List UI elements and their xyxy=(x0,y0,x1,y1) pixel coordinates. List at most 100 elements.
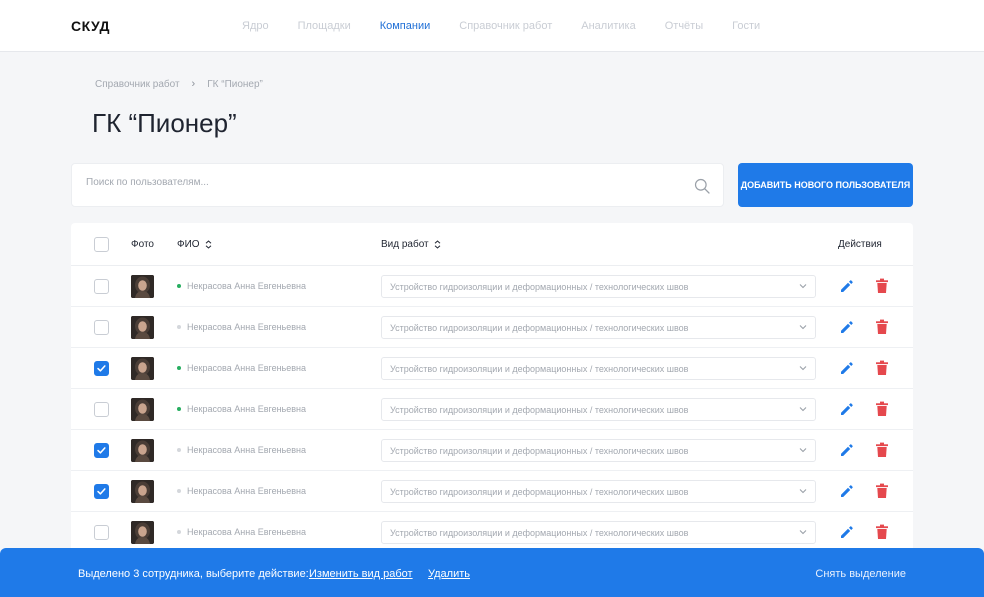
breadcrumb: Справочник работ › ГК “Пионер” xyxy=(95,78,263,90)
search-icon[interactable] xyxy=(694,178,710,194)
add-user-button[interactable]: Добавить нового пользователя xyxy=(738,163,913,207)
pencil-icon[interactable] xyxy=(839,320,854,335)
employee-name: Некрасова Анна Евгеньевна xyxy=(177,404,306,414)
column-header-work-type-label: Вид работ xyxy=(381,239,429,250)
trash-icon[interactable] xyxy=(875,278,889,294)
pencil-icon[interactable] xyxy=(839,443,854,458)
chevron-down-icon xyxy=(799,284,807,289)
column-header-fio[interactable]: ФИО xyxy=(177,239,212,250)
trash-icon[interactable] xyxy=(875,319,889,335)
nav-item[interactable]: Площадки xyxy=(298,20,351,32)
trash-icon[interactable] xyxy=(875,442,889,458)
table-header: Фото ФИО Вид работ Действия xyxy=(71,223,913,266)
avatar xyxy=(131,275,154,298)
work-type-select[interactable]: Устройство гидроизоляции и деформационны… xyxy=(381,275,816,298)
nav-item[interactable]: Отчёты xyxy=(665,20,703,32)
status-dot xyxy=(177,366,181,370)
employee-name: Некрасова Анна Евгеньевна xyxy=(177,445,306,455)
row-checkbox[interactable] xyxy=(94,443,109,458)
table-row: Некрасова Анна Евгеньевна Устройство гидр… xyxy=(71,348,913,389)
nav-item[interactable]: Компании xyxy=(380,20,431,32)
avatar xyxy=(131,398,154,421)
employee-name: Некрасова Анна Евгеньевна xyxy=(177,281,306,291)
employee-name: Некрасова Анна Евгеньевна xyxy=(177,322,306,332)
column-header-work-type[interactable]: Вид работ xyxy=(381,239,441,250)
nav-item[interactable]: Ядро xyxy=(242,20,269,32)
table-row: Некрасова Анна Евгеньевна Устройство гидр… xyxy=(71,512,913,553)
status-dot xyxy=(177,448,181,452)
status-dot xyxy=(177,325,181,329)
work-type-value: Устройство гидроизоляции и деформационны… xyxy=(390,487,689,497)
table-row: Некрасова Анна Евгеньевна Устройство гидр… xyxy=(71,307,913,348)
app-logo: СКУД xyxy=(71,18,110,34)
status-dot xyxy=(177,407,181,411)
status-dot xyxy=(177,489,181,493)
row-checkbox[interactable] xyxy=(94,484,109,499)
trash-icon[interactable] xyxy=(875,401,889,417)
work-type-select[interactable]: Устройство гидроизоляции и деформационны… xyxy=(381,521,816,544)
avatar xyxy=(131,480,154,503)
pencil-icon[interactable] xyxy=(839,484,854,499)
avatar xyxy=(131,316,154,339)
work-type-value: Устройство гидроизоляции и деформационны… xyxy=(390,323,689,333)
delete-selected-link[interactable]: Удалить xyxy=(428,568,470,580)
table-body: Некрасова Анна Евгеньевна Устройство гидр… xyxy=(71,266,913,553)
employee-name: Некрасова Анна Евгеньевна xyxy=(177,527,306,537)
nav-item[interactable]: Аналитика xyxy=(581,20,635,32)
trash-icon[interactable] xyxy=(875,360,889,376)
breadcrumb-separator: › xyxy=(191,78,196,90)
pencil-icon[interactable] xyxy=(839,361,854,376)
sort-icon[interactable] xyxy=(434,240,441,249)
pencil-icon[interactable] xyxy=(839,279,854,294)
work-type-select[interactable]: Устройство гидроизоляции и деформационны… xyxy=(381,357,816,380)
work-type-select[interactable]: Устройство гидроизоляции и деформационны… xyxy=(381,480,816,503)
work-type-value: Устройство гидроизоляции и деформационны… xyxy=(390,446,689,456)
chevron-down-icon xyxy=(799,325,807,330)
table-row: Некрасова Анна Евгеньевна Устройство гидр… xyxy=(71,430,913,471)
work-type-value: Устройство гидроизоляции и деформационны… xyxy=(390,364,689,374)
row-checkbox[interactable] xyxy=(94,279,109,294)
chevron-down-icon xyxy=(799,407,807,412)
clear-selection-button[interactable]: Снять выделение xyxy=(815,568,906,580)
employee-name-text: Некрасова Анна Евгеньевна xyxy=(187,486,306,496)
employee-name-text: Некрасова Анна Евгеньевна xyxy=(187,363,306,373)
chevron-down-icon xyxy=(799,366,807,371)
row-checkbox[interactable] xyxy=(94,320,109,335)
search-input[interactable] xyxy=(86,177,666,188)
employee-name-text: Некрасова Анна Евгеньевна xyxy=(187,322,306,332)
row-checkbox[interactable] xyxy=(94,361,109,376)
chevron-down-icon xyxy=(799,530,807,535)
table-row: Некрасова Анна Евгеньевна Устройство гидр… xyxy=(71,471,913,512)
nav-item[interactable]: Гости xyxy=(732,20,760,32)
selection-message: Выделено 3 сотрудника, выберите действие… xyxy=(78,568,309,580)
table-row: Некрасова Анна Евгеньевна Устройство гидр… xyxy=(71,266,913,307)
selection-action-bar: Выделено 3 сотрудника, выберите действие… xyxy=(0,548,984,597)
column-header-photo: Фото xyxy=(131,239,154,250)
employee-name: Некрасова Анна Евгеньевна xyxy=(177,363,306,373)
change-work-type-link[interactable]: Изменить вид работ xyxy=(309,568,413,580)
work-type-value: Устройство гидроизоляции и деформационны… xyxy=(390,528,689,538)
select-all-checkbox[interactable] xyxy=(94,237,109,252)
avatar xyxy=(131,357,154,380)
pencil-icon[interactable] xyxy=(839,525,854,540)
sort-icon[interactable] xyxy=(205,240,212,249)
employee-name: Некрасова Анна Евгеньевна xyxy=(177,486,306,496)
top-bar: СКУД Ядро Площадки Компании Справочник рабо… xyxy=(0,0,984,52)
work-type-select[interactable]: Устройство гидроизоляции и деформационны… xyxy=(381,316,816,339)
nav-item[interactable]: Справочник работ xyxy=(459,20,552,32)
row-checkbox[interactable] xyxy=(94,402,109,417)
work-type-value: Устройство гидроизоляции и деформационны… xyxy=(390,405,689,415)
work-type-select[interactable]: Устройство гидроизоляции и деформационны… xyxy=(381,398,816,421)
employee-name-text: Некрасова Анна Евгеньевна xyxy=(187,445,306,455)
breadcrumb-parent[interactable]: Справочник работ xyxy=(95,79,180,90)
work-type-select[interactable]: Устройство гидроизоляции и деформационны… xyxy=(381,439,816,462)
column-header-fio-label: ФИО xyxy=(177,239,200,250)
row-checkbox[interactable] xyxy=(94,525,109,540)
column-header-actions: Действия xyxy=(838,239,882,250)
work-type-value: Устройство гидроизоляции и деформационны… xyxy=(390,282,689,292)
employee-name-text: Некрасова Анна Евгеньевна xyxy=(187,281,306,291)
trash-icon[interactable] xyxy=(875,524,889,540)
employee-name-text: Некрасова Анна Евгеньевна xyxy=(187,527,306,537)
trash-icon[interactable] xyxy=(875,483,889,499)
pencil-icon[interactable] xyxy=(839,402,854,417)
